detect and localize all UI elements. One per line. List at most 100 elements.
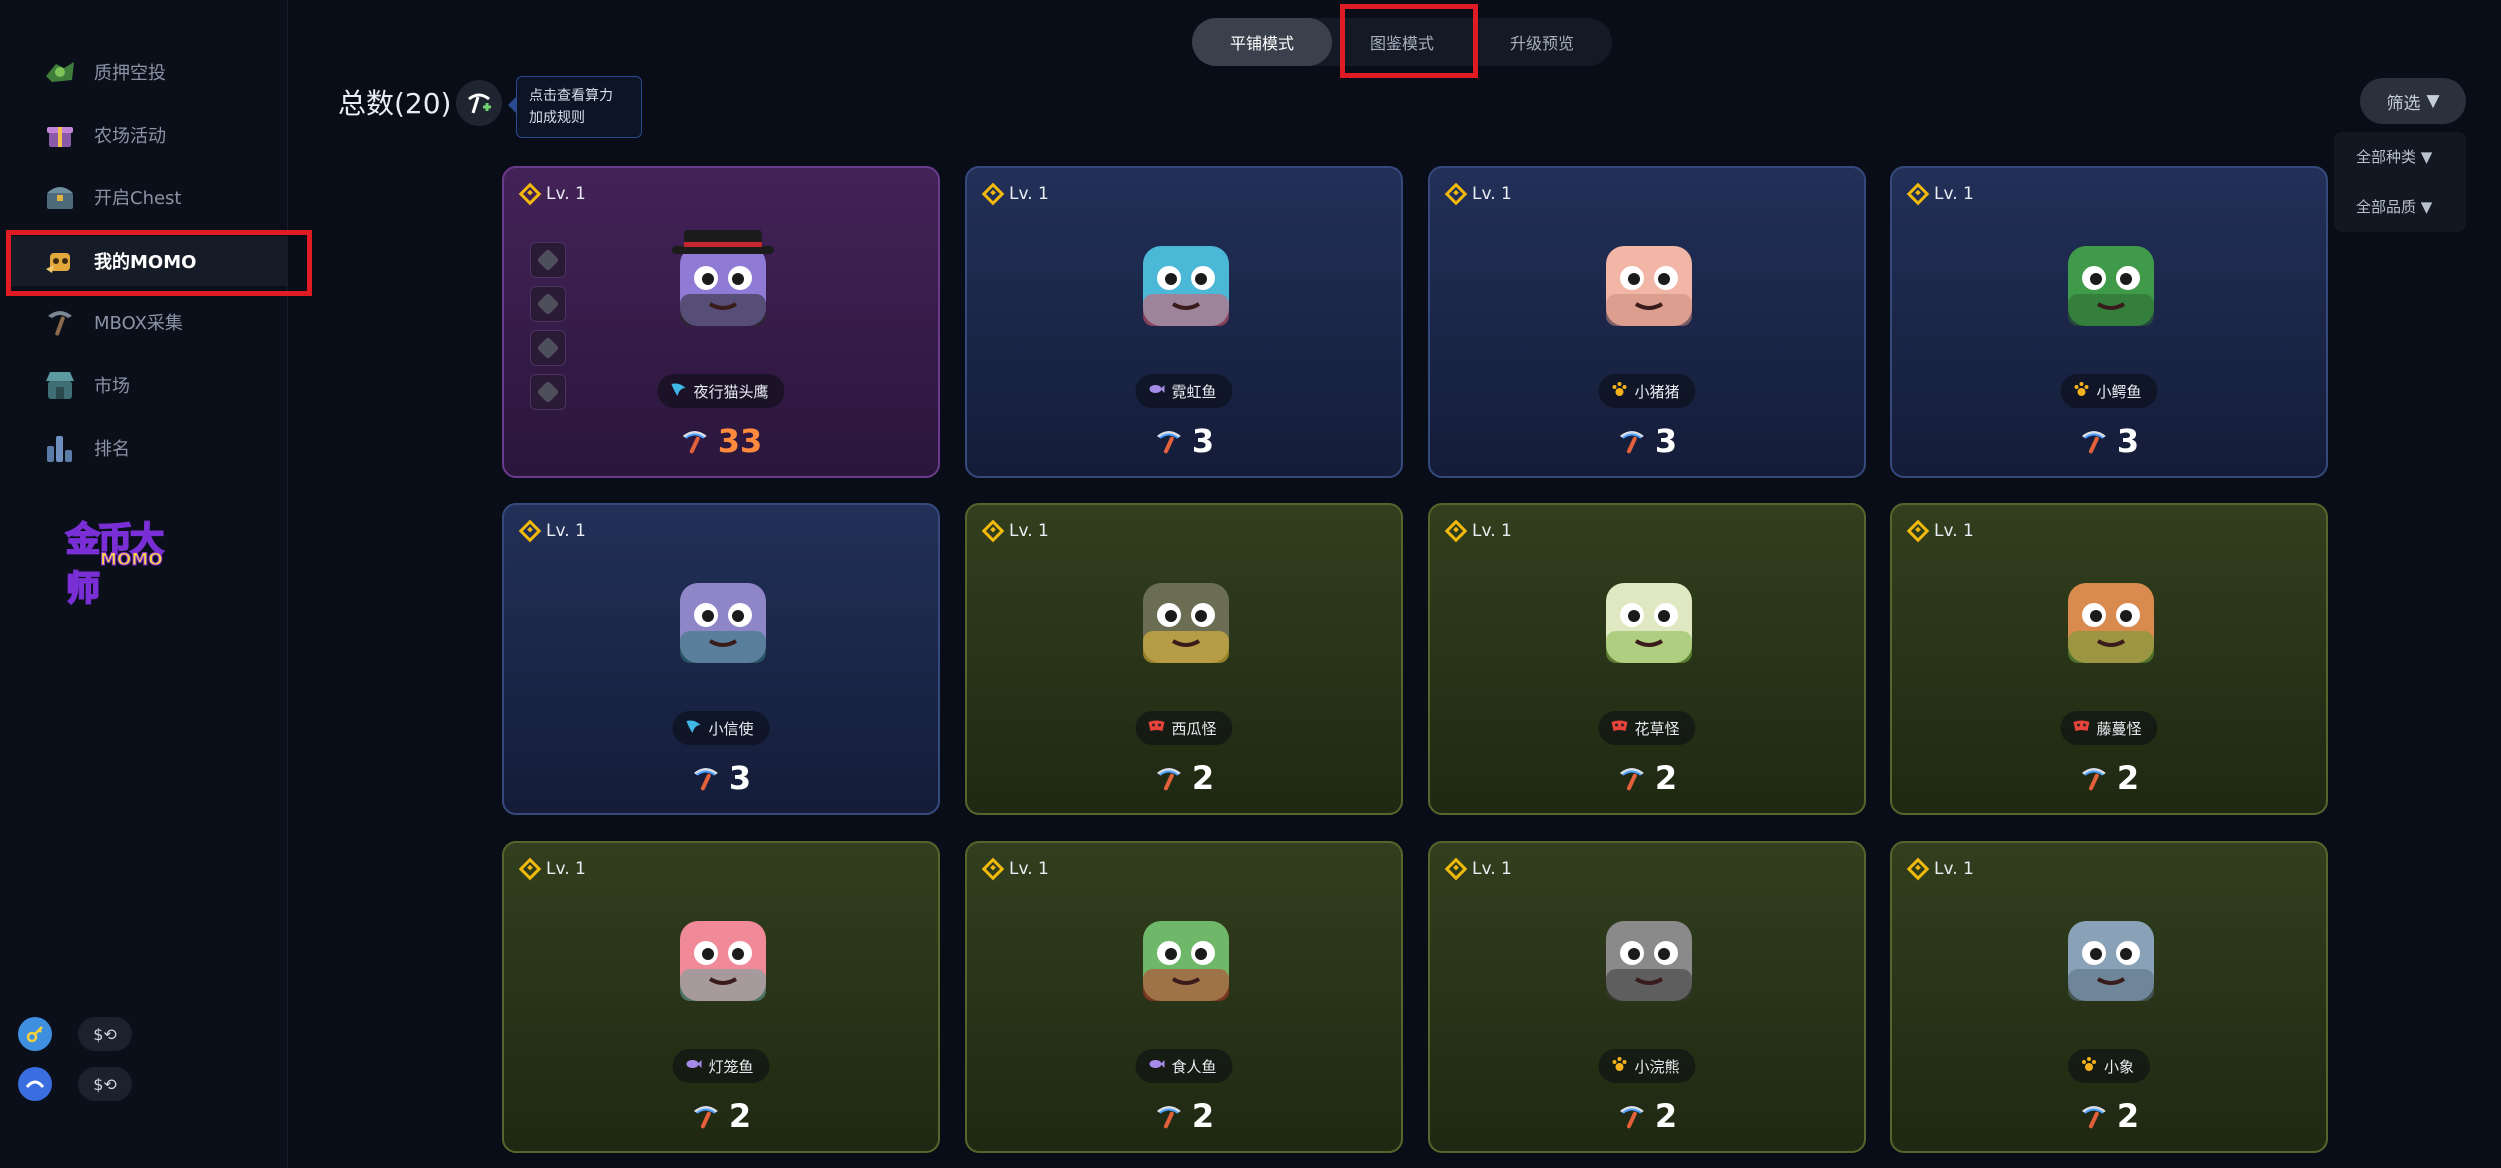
momo-name-tag: 花草怪 (1598, 711, 1696, 745)
pickaxe-icon (1156, 768, 1181, 791)
sidebar-item-stake-airdrop[interactable]: 质押空投 (40, 47, 280, 97)
momo-card[interactable]: Lv. 1 小猪猪 3 (1428, 166, 1866, 478)
momo-pet-image (1606, 246, 1692, 326)
hash-power: 2 (1617, 1097, 1677, 1135)
paw-icon (2072, 380, 2090, 402)
momo-card[interactable]: Lv. 1 食人鱼 2 (965, 841, 1403, 1153)
tab-collection-mode[interactable]: 图鉴模式 (1332, 18, 1472, 66)
sidebar-item-label: 排名 (94, 439, 130, 460)
level-label: Lv. 1 (1444, 519, 1512, 543)
equipment-slot[interactable] (530, 330, 566, 366)
ranking-icon (40, 428, 80, 468)
pickaxe-icon (40, 302, 80, 342)
sidebar-item-label: 我的MOMO (94, 252, 197, 273)
hash-power: 3 (2079, 422, 2139, 460)
momo-pet-image (2068, 583, 2154, 663)
hash-power: 2 (1617, 759, 1677, 797)
momo-pet-image (680, 921, 766, 1001)
stake-airdrop-icon (40, 52, 80, 92)
empty-slot-icon (536, 380, 560, 404)
pickaxe-icon (2081, 431, 2106, 454)
logo-subtitle: MOMO (100, 550, 164, 571)
tab-tile-mode[interactable]: 平铺模式 (1192, 18, 1332, 66)
empty-slot-icon (536, 336, 560, 360)
momo-name-tag: 小猪猪 (1598, 374, 1696, 408)
wallet-balance-mbox[interactable]: $ ⟲ (78, 1067, 132, 1101)
bnb-diamond-icon (1906, 182, 1930, 206)
momo-name-tag: 西瓜怪 (1135, 711, 1233, 745)
momo-name-tag: 小浣熊 (1598, 1049, 1696, 1083)
sidebar-item-my-momo[interactable]: 我的MOMO (8, 236, 288, 286)
farm-gift-icon (40, 115, 80, 155)
equipment-slot[interactable] (530, 374, 566, 410)
tooltip-line2: 加成规则 (529, 110, 585, 126)
momo-name-tag: 霓虹鱼 (1135, 374, 1233, 408)
refresh-icon: ⟲ (103, 1074, 117, 1094)
momo-card[interactable]: Lv. 1 藤蔓怪 2 (1890, 503, 2328, 815)
bnb-diamond-icon (981, 857, 1005, 881)
pickaxe-icon (1619, 431, 1644, 454)
fish-icon (1147, 1055, 1165, 1077)
momo-name-tag: 夜行猫头鹰 (657, 374, 785, 408)
tooltip-line1: 点击查看算力 (529, 88, 613, 104)
momo-card[interactable]: Lv. 1 小象 2 (1890, 841, 2328, 1153)
momo-card[interactable]: Lv. 1 小浣熊 2 (1428, 841, 1866, 1153)
level-label: Lv. 1 (981, 857, 1049, 881)
level-label: Lv. 1 (518, 182, 586, 206)
refresh-icon: ⟲ (103, 1024, 117, 1044)
wallet-balance-key[interactable]: $ ⟲ (78, 1017, 132, 1051)
hash-power: 2 (1154, 1097, 1214, 1135)
wing-icon (684, 717, 702, 739)
tab-upgrade-preview[interactable]: 升级预览 (1472, 18, 1612, 66)
sidebar-item-farm[interactable]: 农场活动 (40, 110, 280, 160)
equipment-slots (530, 242, 566, 418)
momo-pet-image (1143, 246, 1229, 326)
momo-pet-image (1606, 921, 1692, 1001)
sidebar-item-ranking[interactable]: 排名 (40, 423, 280, 473)
bnb-diamond-icon (518, 857, 542, 881)
hash-power: 2 (1154, 759, 1214, 797)
hash-power: 2 (2079, 1097, 2139, 1135)
bnb-diamond-icon (1444, 519, 1468, 543)
sidebar-item-chest[interactable]: 开启Chest (40, 172, 280, 222)
momo-card[interactable]: Lv. 1 霓虹鱼 3 (965, 166, 1403, 478)
level-label: Lv. 1 (1906, 182, 1974, 206)
filter-button[interactable]: 筛选 ▼ (2360, 78, 2466, 124)
chest-icon (40, 177, 80, 217)
filter-species[interactable]: 全部种类 ▼ (2356, 146, 2432, 167)
momo-card[interactable]: Lv. 1 西瓜怪 2 (965, 503, 1403, 815)
caret-down-icon: ▼ (2420, 148, 2433, 166)
pickaxe-icon (693, 1106, 718, 1129)
momo-pet-image (1143, 583, 1229, 663)
power-rules-button[interactable] (456, 80, 502, 126)
momo-card[interactable]: Lv. 1 小鳄鱼 3 (1890, 166, 2328, 478)
equipment-slot[interactable] (530, 242, 566, 278)
power-rules-tooltip[interactable]: 点击查看算力 加成规则 (508, 76, 642, 138)
momo-name-tag: 小信使 (672, 711, 770, 745)
pickaxe-icon (682, 431, 707, 454)
pickaxe-icon (2081, 1106, 2106, 1129)
momo-card[interactable]: Lv. 1 灯笼鱼 2 (502, 841, 940, 1153)
bnb-diamond-icon (981, 182, 1005, 206)
hash-power: 2 (2079, 759, 2139, 797)
pickaxe-icon (693, 768, 718, 791)
level-label: Lv. 1 (1906, 857, 1974, 881)
momo-pet-image (680, 583, 766, 663)
paw-icon (2080, 1055, 2098, 1077)
momo-name-tag: 藤蔓怪 (2060, 711, 2158, 745)
equipment-slot[interactable] (530, 286, 566, 322)
pickaxe-icon (1619, 768, 1644, 791)
momo-card[interactable]: Lv. 1 夜行猫头鹰 33 (502, 166, 940, 478)
hash-power: 3 (1154, 422, 1214, 460)
momo-name-tag: 小鳄鱼 (2060, 374, 2158, 408)
bnb-diamond-icon (1906, 519, 1930, 543)
sidebar-item-market[interactable]: 市场 (40, 360, 280, 410)
wing-icon (669, 380, 687, 402)
pickaxe-icon (1156, 1106, 1181, 1129)
sidebar-item-mbox[interactable]: MBOX采集 (40, 297, 280, 347)
momo-card[interactable]: Lv. 1 花草怪 2 (1428, 503, 1866, 815)
filter-quality[interactable]: 全部品质 ▼ (2356, 196, 2432, 217)
sidebar: 质押空投 农场活动 开启Chest 我的MOMO MBOX采集 市场 排名 金币… (0, 0, 288, 1168)
paw-icon (1610, 380, 1628, 402)
momo-card[interactable]: Lv. 1 小信使 3 (502, 503, 940, 815)
